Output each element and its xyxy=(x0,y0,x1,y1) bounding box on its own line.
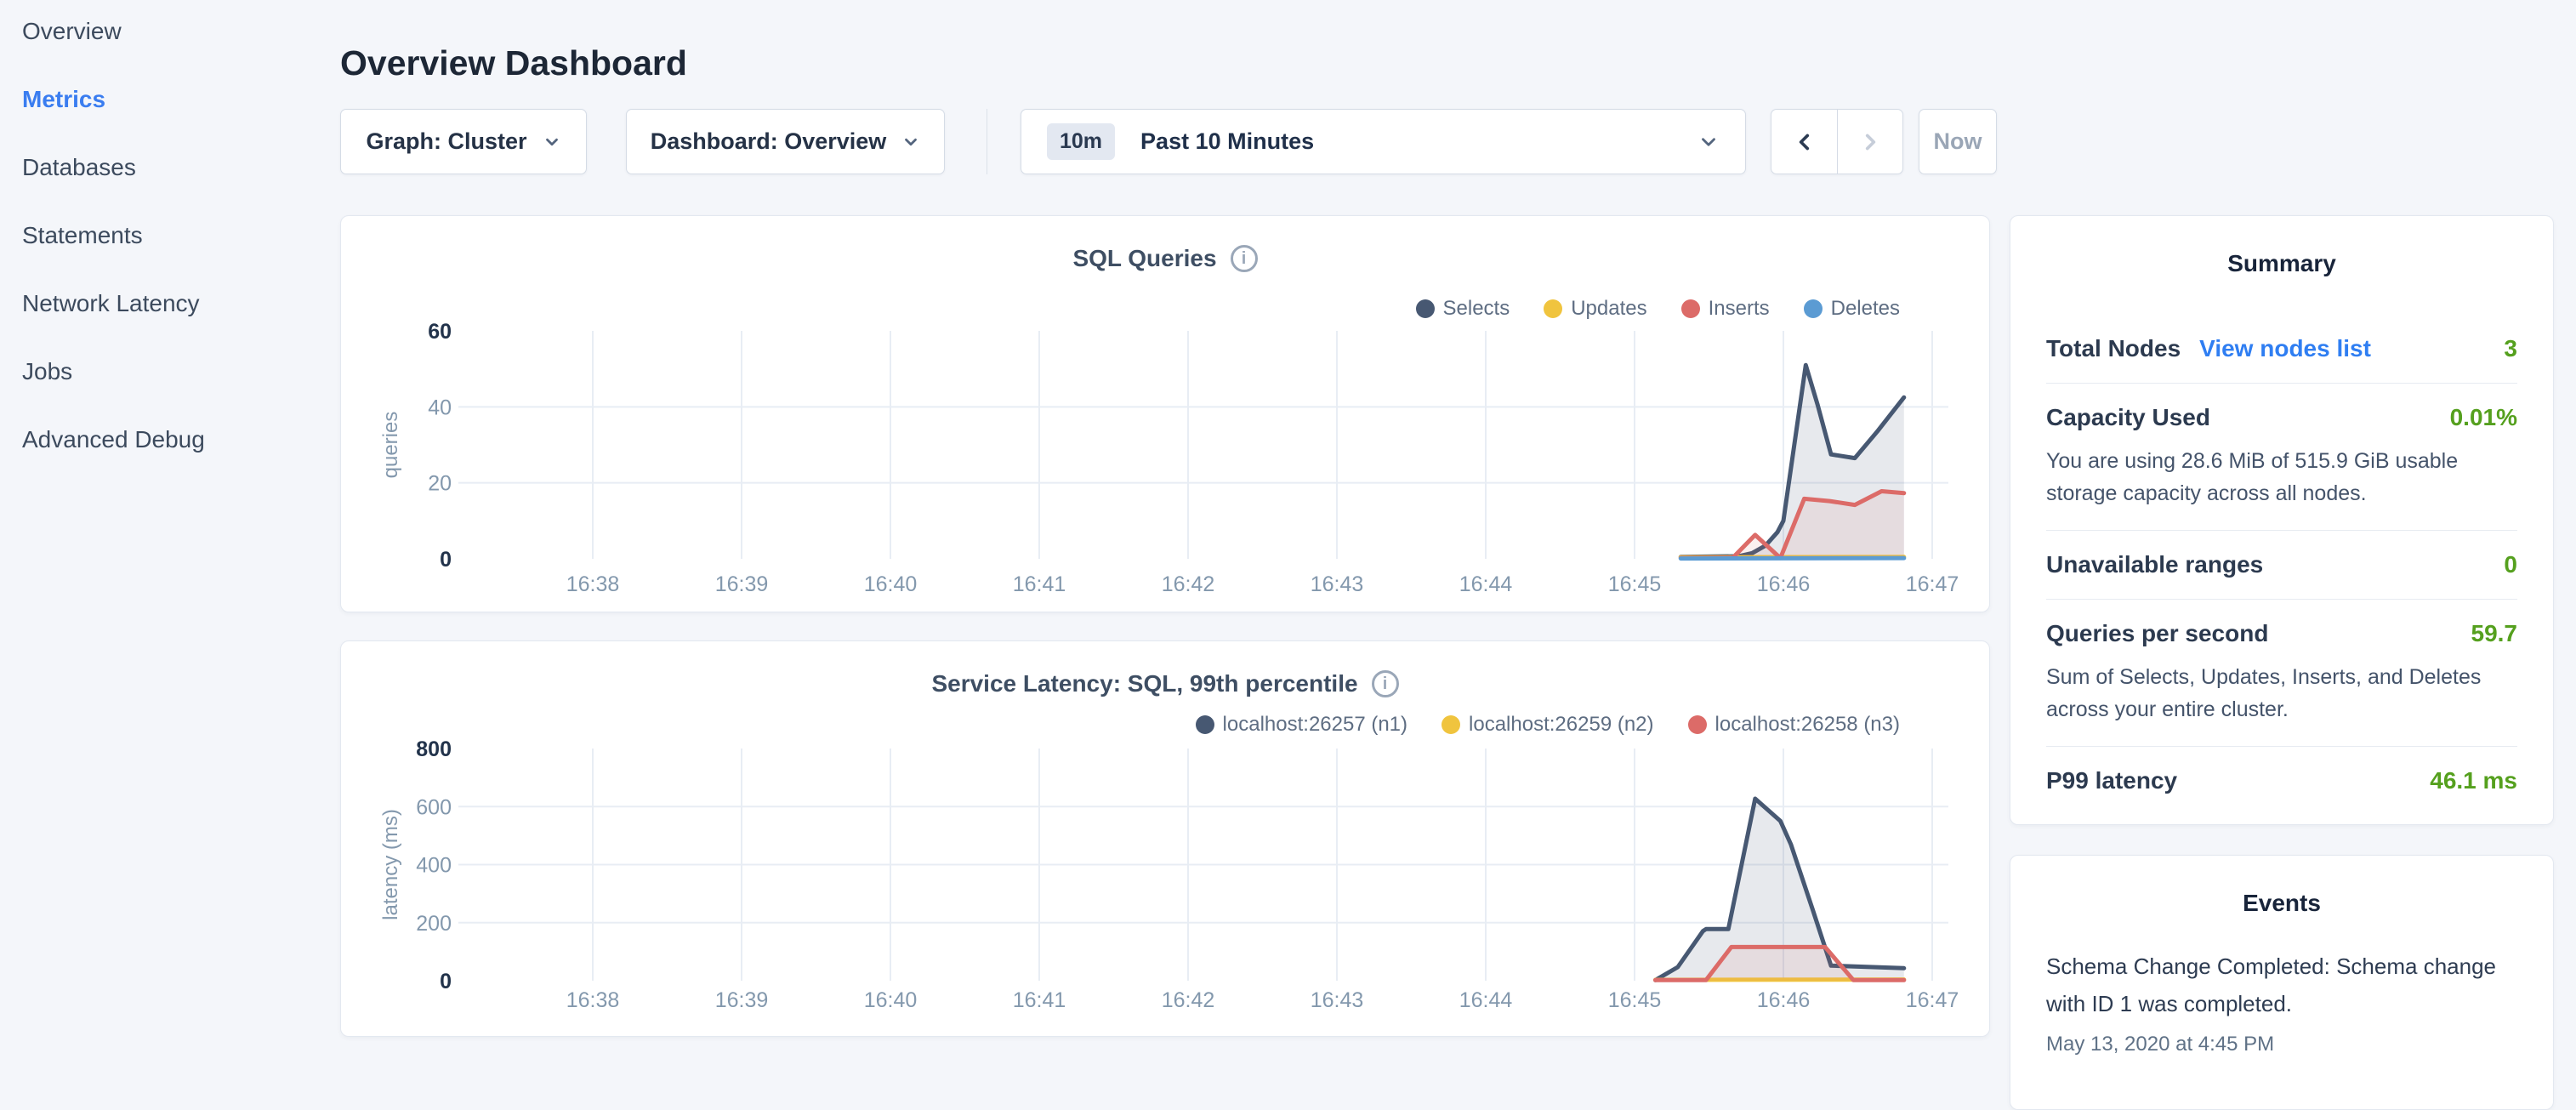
svg-text:16:41: 16:41 xyxy=(1013,988,1066,1012)
service-latency-chart-card: Service Latency: SQL, 99th percentile i … xyxy=(340,640,1990,1037)
svg-text:16:46: 16:46 xyxy=(1757,988,1811,1012)
dashboard-dropdown[interactable]: Dashboard: Overview xyxy=(626,109,945,174)
summary-row-label: Capacity Used xyxy=(2046,404,2210,431)
summary-panel: Summary Total Nodes View nodes list 3 Capac… xyxy=(2010,215,2554,825)
summary-row: Total Nodes View nodes list 3 xyxy=(2046,315,2517,383)
svg-text:16:42: 16:42 xyxy=(1162,572,1215,596)
sql-queries-chart-card: SQL Queries i SelectsUpdatesInsertsDelet… xyxy=(340,215,1990,612)
svg-text:16:39: 16:39 xyxy=(715,988,769,1012)
svg-text:16:41: 16:41 xyxy=(1013,572,1066,596)
sidebar-item-advanced-debug[interactable]: Advanced Debug xyxy=(22,427,205,453)
svg-text:queries: queries xyxy=(379,412,402,479)
svg-text:800: 800 xyxy=(416,737,452,761)
view-nodes-list-link[interactable]: View nodes list xyxy=(2199,335,2371,362)
chevron-down-icon xyxy=(901,133,920,151)
svg-text:16:47: 16:47 xyxy=(1906,988,1959,1012)
summary-row-value: 59.7 xyxy=(2471,620,2518,647)
sql-queries-chart: 16:38 16:39 16:40 16:41 16:42 16:43 16:44 16:45… xyxy=(341,216,1991,613)
svg-text:16:40: 16:40 xyxy=(864,988,918,1012)
svg-text:600: 600 xyxy=(416,795,452,819)
summary-row: Queries per second 59.7 Sum of Selects, Up… xyxy=(2046,600,2517,746)
svg-text:16:38: 16:38 xyxy=(566,988,620,1012)
svg-text:16:39: 16:39 xyxy=(715,572,769,596)
time-range-dropdown[interactable]: 10m Past 10 Minutes xyxy=(1021,109,1746,174)
svg-text:16:42: 16:42 xyxy=(1162,988,1215,1012)
chevron-down-icon xyxy=(543,133,561,151)
time-range-prev-button[interactable] xyxy=(1771,110,1837,174)
time-range-next-button[interactable] xyxy=(1837,110,1902,174)
svg-text:20: 20 xyxy=(428,472,452,496)
summary-row-value: 0.01% xyxy=(2450,404,2517,431)
summary-row-value: 46.1 ms xyxy=(2430,767,2517,794)
events-title: Events xyxy=(2010,890,2553,917)
events-panel: Events Schema Change Completed: Schema c… xyxy=(2010,855,2554,1110)
svg-text:0: 0 xyxy=(440,970,452,993)
summary-row-label: Total Nodes xyxy=(2046,335,2181,362)
sidebar-item-statements[interactable]: Statements xyxy=(22,223,205,248)
svg-text:16:47: 16:47 xyxy=(1906,572,1959,596)
sidebar-item-databases[interactable]: Databases xyxy=(22,155,205,180)
svg-text:200: 200 xyxy=(416,912,452,936)
summary-row: P99 latency 46.1 ms xyxy=(2046,747,2517,815)
time-range-step-group xyxy=(1771,109,1903,174)
event-timestamp: May 13, 2020 at 4:45 PM xyxy=(2046,1033,2517,1056)
svg-text:16:45: 16:45 xyxy=(1608,988,1662,1012)
summary-row-value: 3 xyxy=(2504,335,2517,362)
summary-row-subtext: Sum of Selects, Updates, Inserts, and De… xyxy=(2046,661,2517,726)
time-scale-label: Past 10 Minutes xyxy=(1140,128,1314,155)
svg-text:16:43: 16:43 xyxy=(1311,572,1364,596)
now-button[interactable]: Now xyxy=(1919,109,1997,174)
svg-text:60: 60 xyxy=(428,320,452,344)
chevron-right-icon xyxy=(1859,131,1881,153)
summary-title: Summary xyxy=(2010,250,2553,277)
svg-text:16:45: 16:45 xyxy=(1608,572,1662,596)
summary-row-label: P99 latency xyxy=(2046,767,2177,794)
event-text: Schema Change Completed: Schema change w… xyxy=(2046,948,2517,1022)
svg-text:0: 0 xyxy=(440,548,452,572)
service-latency-chart: 16:38 16:39 16:40 16:41 16:42 16:43 16:44 16:45… xyxy=(341,641,1991,1038)
time-scale-badge: 10m xyxy=(1047,123,1115,160)
sidebar-item-overview[interactable]: Overview xyxy=(22,19,205,44)
graph-dropdown-label: Graph: Cluster xyxy=(366,128,526,155)
graph-dropdown[interactable]: Graph: Cluster xyxy=(340,109,587,174)
summary-row: Unavailable ranges 0 xyxy=(2046,531,2517,599)
svg-text:40: 40 xyxy=(428,396,452,419)
chevron-left-icon xyxy=(1794,131,1816,153)
svg-text:16:44: 16:44 xyxy=(1459,572,1513,596)
summary-row-value: 0 xyxy=(2504,551,2517,578)
svg-text:400: 400 xyxy=(416,854,452,878)
svg-text:16:38: 16:38 xyxy=(566,572,620,596)
sidebar-item-network-latency[interactable]: Network Latency xyxy=(22,291,205,316)
sidebar-item-jobs[interactable]: Jobs xyxy=(22,359,205,384)
svg-text:16:40: 16:40 xyxy=(864,572,918,596)
page-title: Overview Dashboard xyxy=(340,43,687,83)
svg-text:16:44: 16:44 xyxy=(1459,988,1513,1012)
summary-row-subtext: You are using 28.6 MiB of 515.9 GiB usab… xyxy=(2046,445,2517,509)
svg-text:16:46: 16:46 xyxy=(1757,572,1811,596)
svg-text:16:43: 16:43 xyxy=(1311,988,1364,1012)
summary-row-label: Queries per second xyxy=(2046,620,2268,647)
summary-row-label: Unavailable ranges xyxy=(2046,551,2263,578)
dashboard-dropdown-label: Dashboard: Overview xyxy=(651,128,887,155)
svg-text:latency (ms): latency (ms) xyxy=(379,809,402,920)
sidebar-item-metrics[interactable]: Metrics xyxy=(22,87,205,112)
sidebar: Overview Metrics Databases Statements Networ… xyxy=(22,19,205,495)
summary-row: Capacity Used 0.01% You are using 28.6 MiB… xyxy=(2046,384,2517,530)
chevron-down-icon xyxy=(1697,131,1720,153)
